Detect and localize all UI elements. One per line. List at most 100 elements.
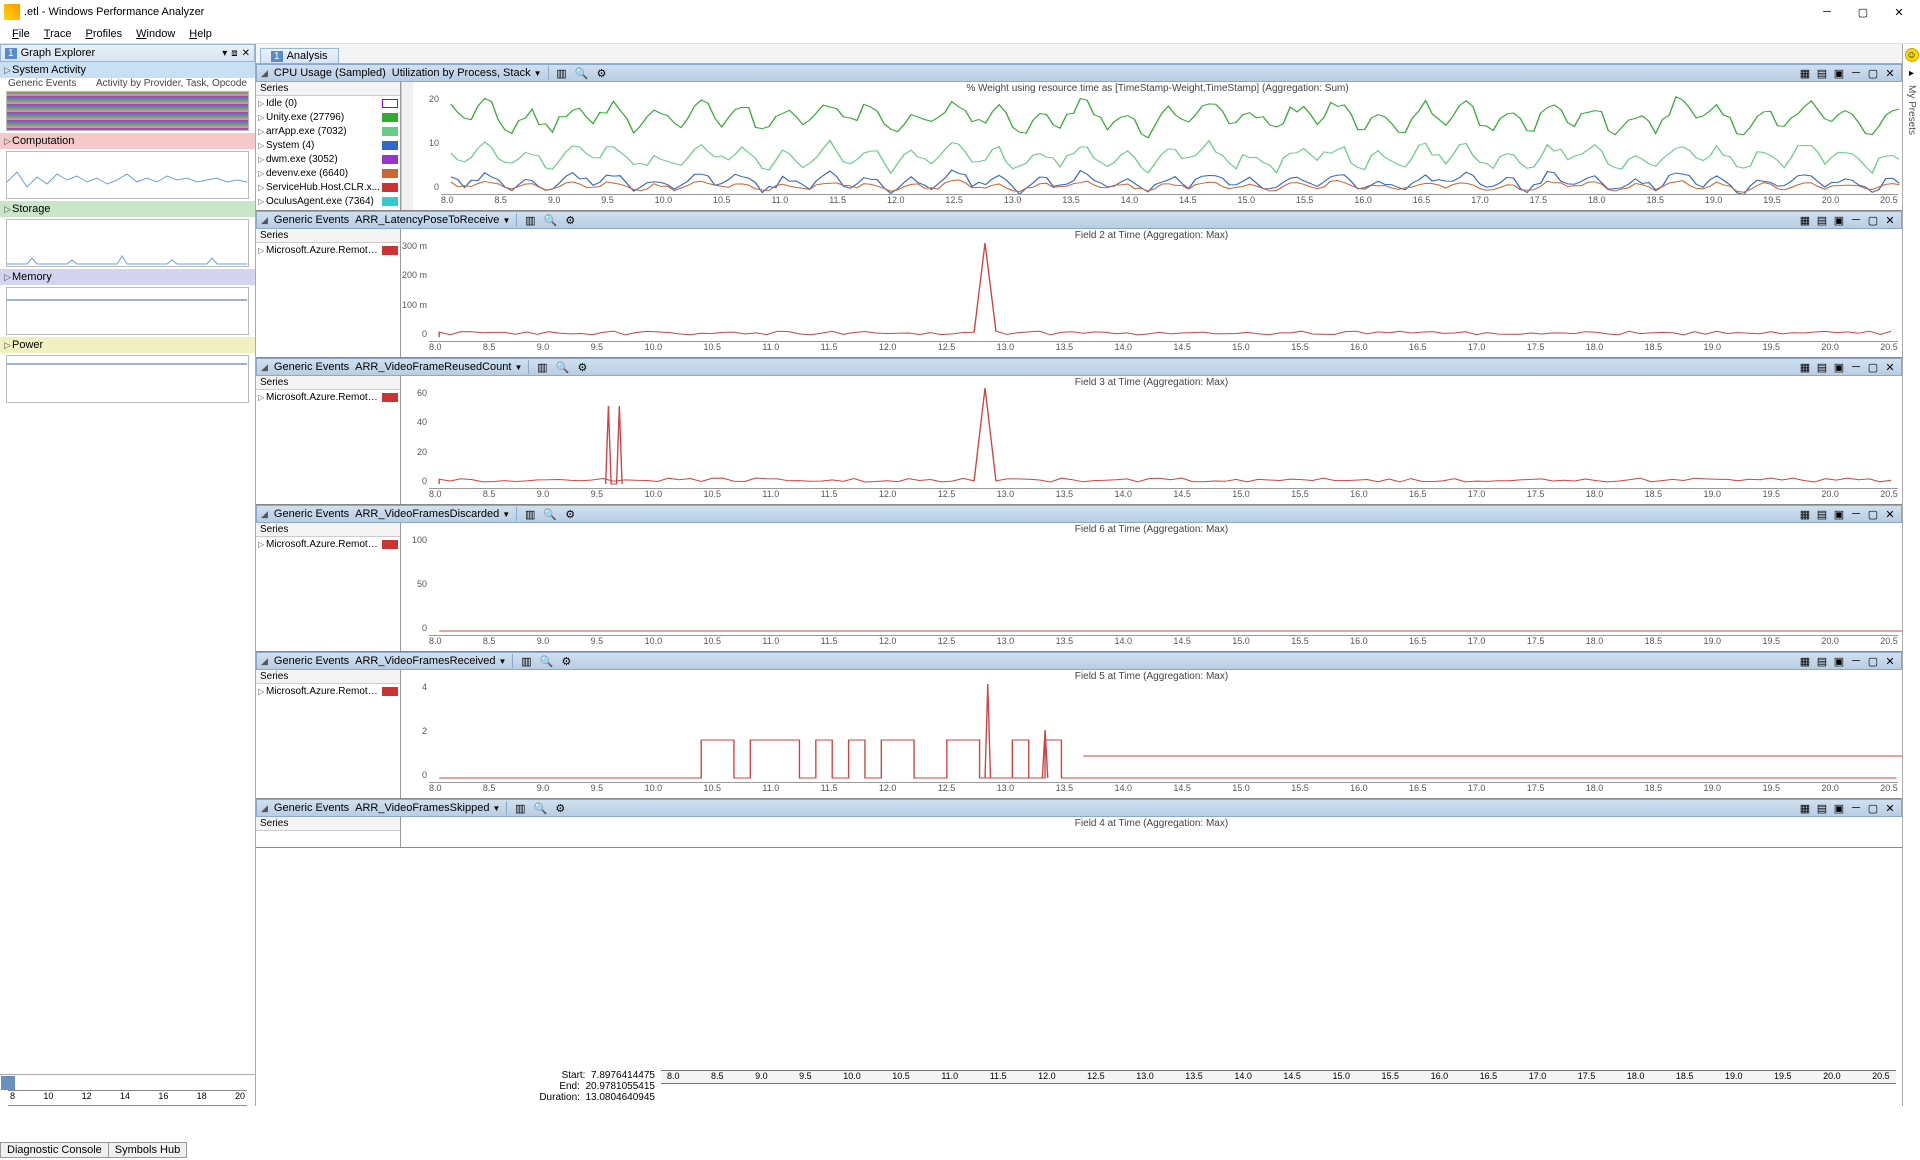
timeline-ruler[interactable]: 8.08.59.09.510.010.511.011.512.012.513.0… xyxy=(661,1070,1896,1084)
max-icon[interactable]: ▢ xyxy=(1866,360,1880,374)
feedback-icon[interactable]: ☺ xyxy=(1905,48,1919,62)
legend-item[interactable]: ▷Unity.exe (27796) xyxy=(256,110,400,124)
view-table-icon[interactable]: ▤ xyxy=(1815,66,1829,80)
graph-explorer-header[interactable]: 1 Graph Explorer ▾ ⧈ ✕ xyxy=(0,44,255,62)
settings-icon[interactable]: ⚙ xyxy=(559,654,573,668)
search-icon[interactable]: 🔍 xyxy=(543,507,557,521)
search-icon[interactable]: 🔍 xyxy=(533,801,547,815)
min-icon[interactable]: ─ xyxy=(1849,507,1863,521)
graph-header[interactable]: ◢ Generic Events ARR_VideoFramesDiscarde… xyxy=(256,505,1902,523)
view-both-icon[interactable]: ▣ xyxy=(1832,507,1846,521)
close-icon[interactable]: ✕ xyxy=(1883,66,1897,80)
close-icon[interactable]: ✕ xyxy=(1883,801,1897,815)
filter-icon[interactable]: ▥ xyxy=(523,507,537,521)
search-icon[interactable]: 🔍 xyxy=(543,213,557,227)
legend-item[interactable]: ▷devenv.exe (6640) xyxy=(256,166,400,180)
close-icon[interactable]: ✕ xyxy=(1883,507,1897,521)
filter-icon[interactable]: ▥ xyxy=(555,66,569,80)
search-icon[interactable]: 🔍 xyxy=(575,66,589,80)
legend-item[interactable]: ▷Microsoft.Azure.RemoteRe... xyxy=(256,537,400,551)
preset-selector[interactable]: ARR_VideoFrameReusedCount ▼ xyxy=(355,361,522,373)
collapse-icon[interactable]: ◢ xyxy=(261,215,268,226)
mini-storage[interactable] xyxy=(6,219,249,267)
menu-profiles[interactable]: Profiles xyxy=(79,28,128,40)
collapse-icon[interactable]: ◢ xyxy=(261,68,268,79)
legend-item[interactable]: ▷OculusAgent.exe (7364) xyxy=(256,194,400,208)
settings-icon[interactable]: ⚙ xyxy=(563,213,577,227)
min-icon[interactable]: ─ xyxy=(1849,360,1863,374)
search-icon[interactable]: 🔍 xyxy=(539,654,553,668)
filter-icon[interactable]: ▥ xyxy=(513,801,527,815)
graph-header[interactable]: ◢ Generic Events ARR_VideoFramesSkipped … xyxy=(256,799,1902,817)
graph-header[interactable]: ◢ Generic Events ARR_LatencyPoseToReceiv… xyxy=(256,211,1902,229)
menu-help[interactable]: Help xyxy=(183,28,218,40)
legend-item[interactable]: ▷System (4) xyxy=(256,138,400,152)
panel-close-icon[interactable]: ✕ xyxy=(242,48,250,59)
section-memory[interactable]: ▷Memory xyxy=(0,269,255,337)
view-table-icon[interactable]: ▤ xyxy=(1815,360,1829,374)
view-table-icon[interactable]: ▤ xyxy=(1815,213,1829,227)
plot-area[interactable]: Field 2 at Time (Aggregation: Max) 300 m… xyxy=(401,229,1902,357)
view-both-icon[interactable]: ▣ xyxy=(1832,213,1846,227)
preset-selector[interactable]: ARR_VideoFramesSkipped ▼ xyxy=(355,802,500,814)
view-both-icon[interactable]: ▣ xyxy=(1832,66,1846,80)
filter-icon[interactable]: ▥ xyxy=(523,213,537,227)
rail-toggle-icon[interactable]: ▸ xyxy=(1909,68,1914,79)
max-icon[interactable]: ▢ xyxy=(1866,507,1880,521)
tab-analysis[interactable]: 1Analysis xyxy=(260,48,339,63)
status-diagnostic-console[interactable]: Diagnostic Console xyxy=(0,1142,109,1158)
explorer-ruler[interactable]: 8101214161820 xyxy=(8,1090,247,1106)
legend-item[interactable]: ▷Microsoft.Azure.RemoteRe... xyxy=(256,684,400,698)
collapse-icon[interactable]: ◢ xyxy=(261,656,268,667)
view-both-icon[interactable]: ▣ xyxy=(1832,360,1846,374)
graph-header[interactable]: ◢ CPU Usage (Sampled) Utilization by Pro… xyxy=(256,64,1902,82)
search-icon[interactable]: 🔍 xyxy=(555,360,569,374)
minimize-button[interactable]: ─ xyxy=(1810,2,1844,22)
menu-trace[interactable]: Trace xyxy=(38,28,78,40)
min-icon[interactable]: ─ xyxy=(1849,801,1863,815)
view-chart-icon[interactable]: ▦ xyxy=(1798,213,1812,227)
view-table-icon[interactable]: ▤ xyxy=(1815,801,1829,815)
min-icon[interactable]: ─ xyxy=(1849,66,1863,80)
view-both-icon[interactable]: ▣ xyxy=(1832,654,1846,668)
legend-item[interactable]: ▷Microsoft.Azure.RemoteRe... xyxy=(256,243,400,257)
preset-selector[interactable]: Utilization by Process, Stack ▼ xyxy=(392,67,542,79)
plot-area[interactable]: Field 4 at Time (Aggregation: Max) xyxy=(401,817,1902,847)
plot-area[interactable]: Field 6 at Time (Aggregation: Max) 10050… xyxy=(401,523,1902,651)
plot-area[interactable]: Field 5 at Time (Aggregation: Max) 420 8… xyxy=(401,670,1902,798)
preset-selector[interactable]: ARR_VideoFramesReceived ▼ xyxy=(355,655,506,667)
legend-item[interactable]: ▷dwm.exe (3052) xyxy=(256,152,400,166)
collapse-icon[interactable]: ◢ xyxy=(261,803,268,814)
maximize-button[interactable]: ▢ xyxy=(1846,2,1880,22)
view-chart-icon[interactable]: ▦ xyxy=(1798,801,1812,815)
view-chart-icon[interactable]: ▦ xyxy=(1798,507,1812,521)
settings-icon[interactable]: ⚙ xyxy=(563,507,577,521)
section-power[interactable]: ▷Power xyxy=(0,337,255,405)
view-chart-icon[interactable]: ▦ xyxy=(1798,360,1812,374)
settings-icon[interactable]: ⚙ xyxy=(595,66,609,80)
panel-dropdown-icon[interactable]: ▾ xyxy=(222,48,227,59)
panel-pin-icon[interactable]: ⧈ xyxy=(231,48,237,59)
view-table-icon[interactable]: ▤ xyxy=(1815,507,1829,521)
max-icon[interactable]: ▢ xyxy=(1866,213,1880,227)
max-icon[interactable]: ▢ xyxy=(1866,654,1880,668)
explorer-toggle-icon[interactable] xyxy=(1,1076,15,1090)
view-table-icon[interactable]: ▤ xyxy=(1815,654,1829,668)
max-icon[interactable]: ▢ xyxy=(1866,801,1880,815)
legend-item[interactable]: ▷Idle (0) xyxy=(256,96,400,110)
graph-header[interactable]: ◢ Generic Events ARR_VideoFramesReceived… xyxy=(256,652,1902,670)
close-icon[interactable]: ✕ xyxy=(1883,213,1897,227)
legend-item[interactable]: ▷ServiceHub.Host.CLR.x... xyxy=(256,180,400,194)
plot-area[interactable]: % Weight using resource time as [TimeSta… xyxy=(413,82,1902,210)
legend-item[interactable]: ▷arrApp.exe (7032) xyxy=(256,124,400,138)
filter-icon[interactable]: ▥ xyxy=(519,654,533,668)
status-symbols-hub[interactable]: Symbols Hub xyxy=(108,1142,187,1158)
min-icon[interactable]: ─ xyxy=(1849,654,1863,668)
mini-system-activity[interactable] xyxy=(6,91,249,131)
settings-icon[interactable]: ⚙ xyxy=(553,801,567,815)
close-icon[interactable]: ✕ xyxy=(1883,654,1897,668)
min-icon[interactable]: ─ xyxy=(1849,213,1863,227)
collapse-icon[interactable]: ◢ xyxy=(261,509,268,520)
menu-file[interactable]: File xyxy=(6,28,36,40)
menu-window[interactable]: Window xyxy=(130,28,181,40)
